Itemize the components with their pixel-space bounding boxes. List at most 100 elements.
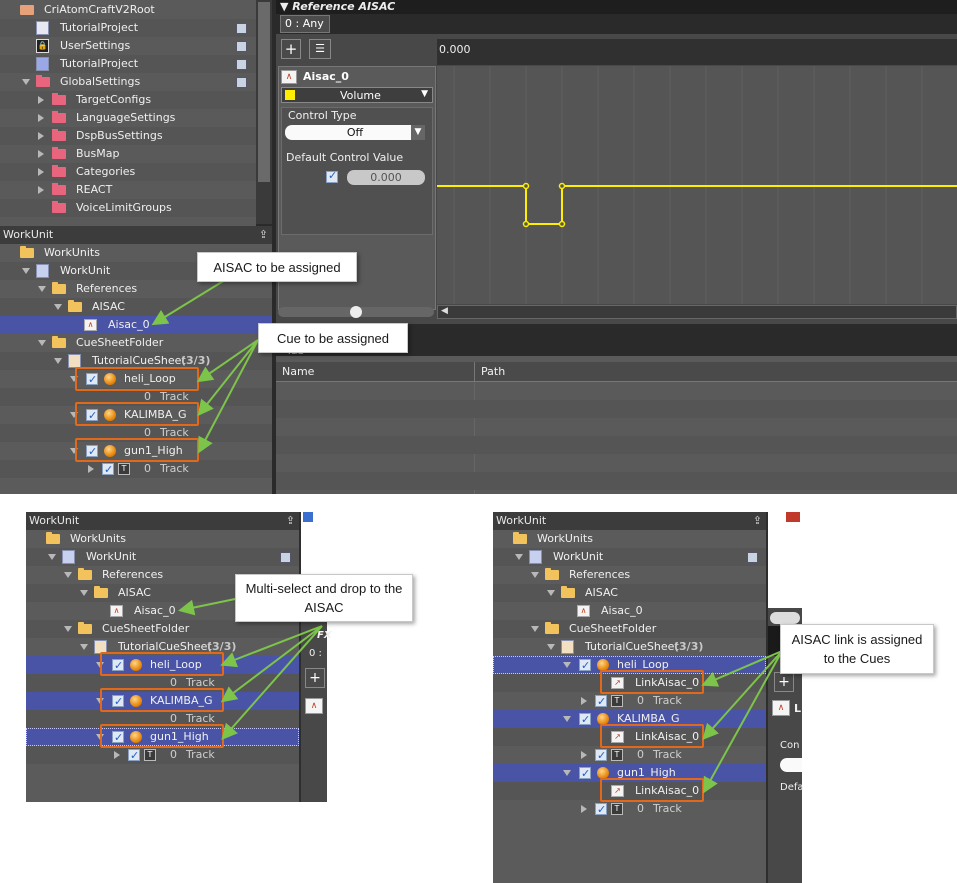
tree-row[interactable]: WorkUnit	[26, 548, 299, 566]
horizontal-scrollbar[interactable]: ◀	[437, 305, 957, 319]
track-row[interactable]: T 0 Track	[26, 746, 299, 765]
chevron-down-icon[interactable]	[80, 644, 88, 650]
chevron-down-icon[interactable]	[54, 304, 62, 310]
chevron-right-icon[interactable]	[38, 186, 44, 194]
save-icon[interactable]	[280, 552, 291, 563]
tree-item-label: REACT	[76, 183, 113, 196]
export-icon[interactable]: ⇪	[286, 512, 295, 530]
checkbox[interactable]	[102, 461, 114, 479]
chevron-down-icon[interactable]	[531, 626, 539, 632]
tree-row[interactable]: LanguageSettings	[0, 109, 256, 127]
tree-row[interactable]: TutorialCueSheet (3/3)	[493, 638, 766, 656]
chevron-right-icon[interactable]	[38, 132, 44, 140]
column-name[interactable]: Name	[282, 365, 314, 378]
tree-row[interactable]: AISAC	[0, 298, 272, 316]
chevron-right-icon[interactable]	[88, 465, 94, 473]
chevron-right-icon[interactable]	[114, 751, 120, 759]
chevron-down-icon[interactable]	[22, 79, 30, 85]
chevron-down-icon[interactable]	[563, 770, 571, 776]
chevron-down-icon[interactable]	[563, 662, 571, 668]
track-row[interactable]: T 0 Track	[0, 460, 272, 479]
add-button[interactable]: +	[305, 668, 325, 688]
tree-row[interactable]: TargetConfigs	[0, 91, 256, 109]
chevron-down-icon[interactable]	[531, 572, 539, 578]
tree-row-aisac[interactable]: ∧ Aisac_0	[0, 316, 272, 334]
checkbox[interactable]	[595, 801, 607, 819]
track-row[interactable]: T 0 Track	[493, 692, 766, 711]
tree-row[interactable]: REACT	[0, 181, 256, 199]
chevron-right-icon[interactable]	[581, 697, 587, 705]
checkbox[interactable]	[579, 765, 591, 783]
scrollbar-thumb[interactable]	[258, 2, 270, 182]
tree-row[interactable]: TutorialProject	[0, 55, 256, 73]
checkbox[interactable]	[595, 693, 607, 711]
tree-row[interactable]: References	[0, 280, 272, 298]
chevron-down-icon[interactable]	[38, 340, 46, 346]
save-icon[interactable]	[236, 59, 247, 70]
tree-row[interactable]: CueSheetFolder	[26, 620, 299, 638]
slider-thumb[interactable]	[350, 306, 362, 318]
chevron-down-icon[interactable]	[38, 286, 46, 292]
chevron-right-icon[interactable]	[38, 114, 44, 122]
chevron-down-icon[interactable]	[64, 626, 72, 632]
chevron-right-icon[interactable]	[581, 751, 587, 759]
add-button[interactable]: +	[281, 39, 301, 59]
scrollbar[interactable]	[256, 0, 272, 224]
tree-row[interactable]: BusMap	[0, 145, 256, 163]
chevron-down-icon[interactable]	[64, 572, 72, 578]
tree-row[interactable]: CueSheetFolder	[493, 620, 766, 638]
chevron-right-icon[interactable]	[38, 150, 44, 158]
checkbox[interactable]	[579, 711, 591, 729]
default-control-field[interactable]: 0.000	[347, 170, 425, 185]
list-button[interactable]: ☰	[309, 39, 331, 59]
zoom-slider[interactable]	[278, 306, 434, 318]
chevron-down-icon[interactable]	[54, 358, 62, 364]
chevron-down-icon[interactable]	[547, 644, 555, 650]
chevron-right-icon[interactable]	[581, 805, 587, 813]
tree-row[interactable]: VoiceLimitGroups	[0, 199, 256, 217]
checkbox[interactable]	[128, 747, 140, 765]
checkbox[interactable]	[326, 169, 338, 183]
tree-row[interactable]: WorkUnits	[493, 530, 766, 548]
track-row[interactable]: T 0 Track	[493, 800, 766, 819]
save-icon[interactable]	[236, 41, 247, 52]
column-path[interactable]: Path	[481, 365, 505, 378]
chevron-down-icon[interactable]	[48, 554, 56, 560]
tree-row[interactable]: DspBusSettings	[0, 127, 256, 145]
add-button[interactable]: +	[774, 672, 794, 692]
chevron-down-icon[interactable]	[515, 554, 523, 560]
chevron-down-icon[interactable]	[22, 268, 30, 274]
track-row[interactable]: T 0 Track	[493, 746, 766, 765]
tree-row-root[interactable]: CriAtomCraftV2Root	[0, 1, 256, 19]
chevron-down-icon[interactable]	[563, 716, 571, 722]
tree-row[interactable]: Categories	[0, 163, 256, 181]
chevron-down-icon[interactable]	[80, 590, 88, 596]
folder-icon	[46, 532, 60, 544]
export-icon[interactable]: ⇪	[753, 512, 762, 530]
workunit-header: WorkUnit ⇪	[493, 512, 766, 530]
tree-row[interactable]: GlobalSettings	[0, 73, 256, 91]
aisac-tab[interactable]: 0 : Any	[280, 15, 330, 33]
chevron-down-icon[interactable]	[547, 590, 555, 596]
chevron-right-icon[interactable]	[38, 96, 44, 104]
checkbox[interactable]	[579, 657, 591, 675]
chevron-left-icon[interactable]: ◀	[441, 306, 448, 316]
slider[interactable]	[770, 612, 800, 624]
tree-row-aisac[interactable]: ∧ Aisac_0	[493, 602, 766, 620]
save-icon[interactable]	[236, 23, 247, 34]
export-icon[interactable]: ⇪	[259, 226, 268, 244]
chevron-right-icon[interactable]	[38, 168, 44, 176]
checkbox[interactable]	[595, 747, 607, 765]
tree-row[interactable]: 🔒 UserSettings	[0, 37, 256, 55]
tree-row[interactable]: AISAC	[493, 584, 766, 602]
aisac-graph[interactable]	[437, 66, 957, 304]
save-icon[interactable]	[747, 552, 758, 563]
tree-row[interactable]: References	[493, 566, 766, 584]
graph-type-select[interactable]: Volume ▼	[281, 87, 433, 103]
control-type-select[interactable]: Off ▼	[285, 125, 425, 140]
tree-row[interactable]: CueSheetFolder	[0, 334, 272, 352]
save-icon[interactable]	[236, 77, 247, 88]
tree-row[interactable]: WorkUnit	[493, 548, 766, 566]
tree-row[interactable]: WorkUnits	[26, 530, 299, 548]
tree-row[interactable]: TutorialProject	[0, 19, 256, 37]
